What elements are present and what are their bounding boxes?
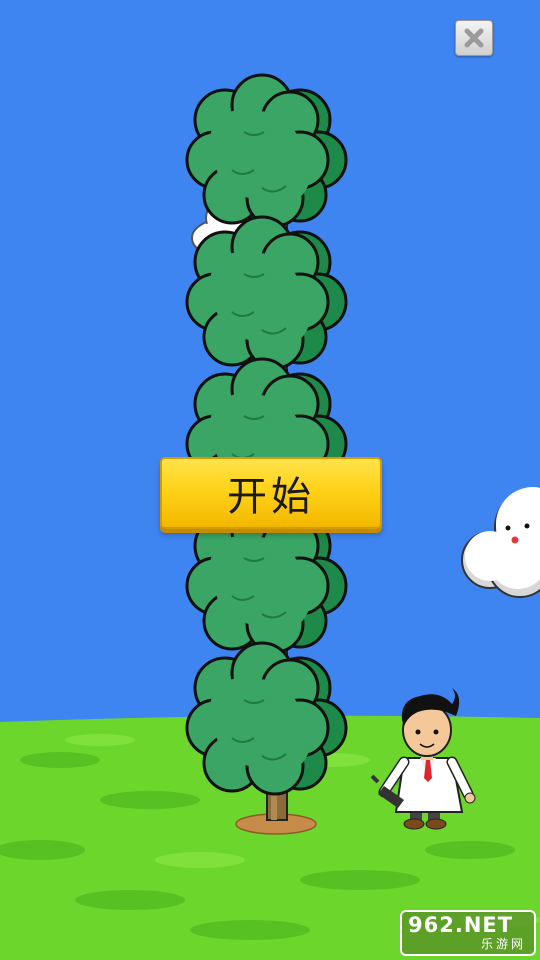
tree-segment-2: [185, 215, 348, 370]
close-button[interactable]: [455, 20, 493, 56]
watermark-logo-text: 962.NET: [408, 913, 514, 937]
tree-segment-1: [185, 73, 348, 228]
watermark-subtitle: 乐游网: [480, 937, 526, 951]
tree-segment-5: [185, 641, 348, 796]
close-x-icon: [464, 28, 484, 48]
start-button-label: 开始: [227, 474, 315, 520]
start-button[interactable]: 开始: [160, 457, 382, 529]
site-watermark: 962.NET 乐游网: [400, 910, 536, 956]
